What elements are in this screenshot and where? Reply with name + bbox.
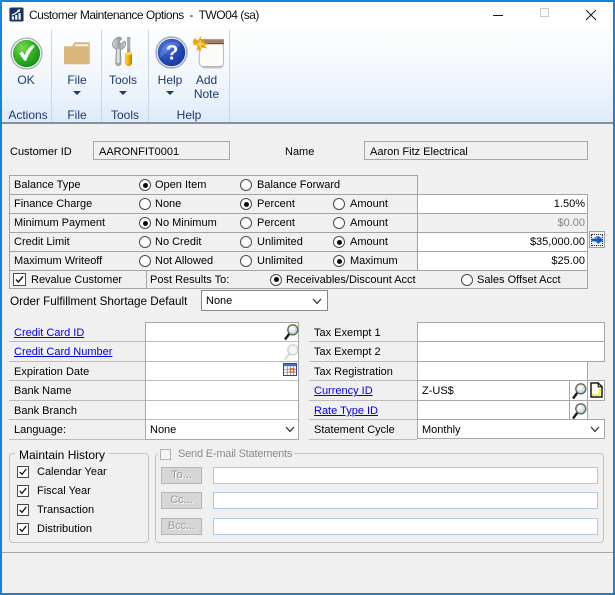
svg-text:?: ? (165, 41, 178, 64)
